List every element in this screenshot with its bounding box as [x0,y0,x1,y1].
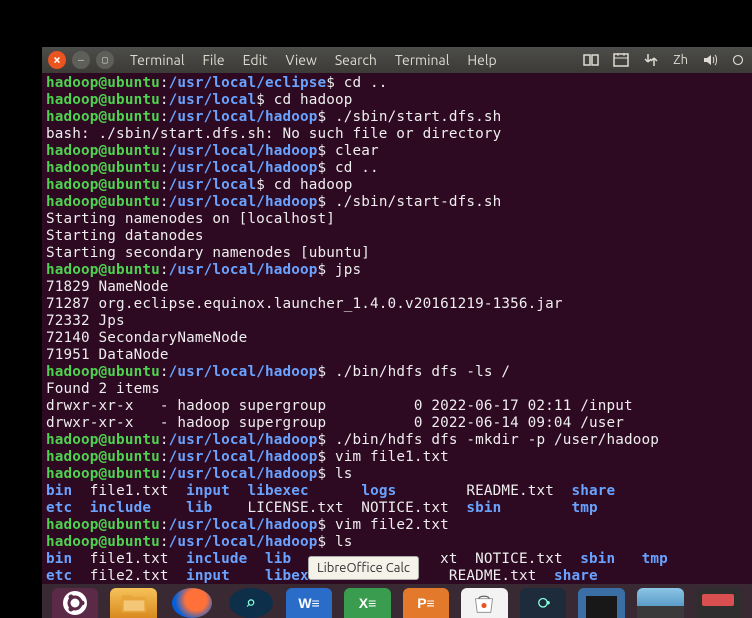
network-icon[interactable] [643,52,659,68]
system-tray: Zh [583,52,744,68]
window-titlebar: × – ▢ Terminal File Edit View Search Ter… [42,47,752,73]
dock-calc[interactable]: X≡ [344,588,390,618]
dock: ⌕ W≡ X≡ P≡ [42,584,752,618]
dock-files[interactable] [110,588,156,618]
menu-bar: Terminal File Edit View Search Terminal … [130,52,497,68]
dock-app-4[interactable] [696,588,742,618]
menu-search[interactable]: Search [335,52,377,68]
dock-impress[interactable]: P≡ [403,588,449,618]
dock-software[interactable] [461,588,507,618]
menu-view[interactable]: View [286,52,317,68]
window-list-icon[interactable] [583,52,599,68]
power-icon[interactable] [732,52,744,68]
menu-terminal[interactable]: Terminal [130,52,185,68]
menu-terminal-2[interactable]: Terminal [395,52,450,68]
dock-app-3[interactable] [637,588,683,618]
terminal-output[interactable]: hadoop@ubuntu:/usr/local/eclipse$ cd ..h… [42,73,752,618]
menu-file[interactable]: File [203,52,225,68]
dock-show-apps[interactable] [52,588,98,618]
calendar-icon[interactable] [613,52,629,68]
dock-writer[interactable]: W≡ [286,588,332,618]
menu-edit[interactable]: Edit [243,52,268,68]
input-method-indicator[interactable]: Zh [673,53,688,67]
volume-icon[interactable] [702,52,718,68]
window-maximize-button[interactable]: ▢ [96,51,114,69]
menu-help[interactable]: Help [467,52,496,68]
window-close-button[interactable]: × [48,51,66,69]
dock-tooltip: LibreOffice Calc [308,556,419,580]
window-minimize-button[interactable]: – [72,51,90,69]
dock-search[interactable]: ⌕ [227,588,273,618]
dock-app-2[interactable] [578,588,625,618]
dock-firefox[interactable] [169,588,215,618]
dock-app-1[interactable] [520,588,566,618]
